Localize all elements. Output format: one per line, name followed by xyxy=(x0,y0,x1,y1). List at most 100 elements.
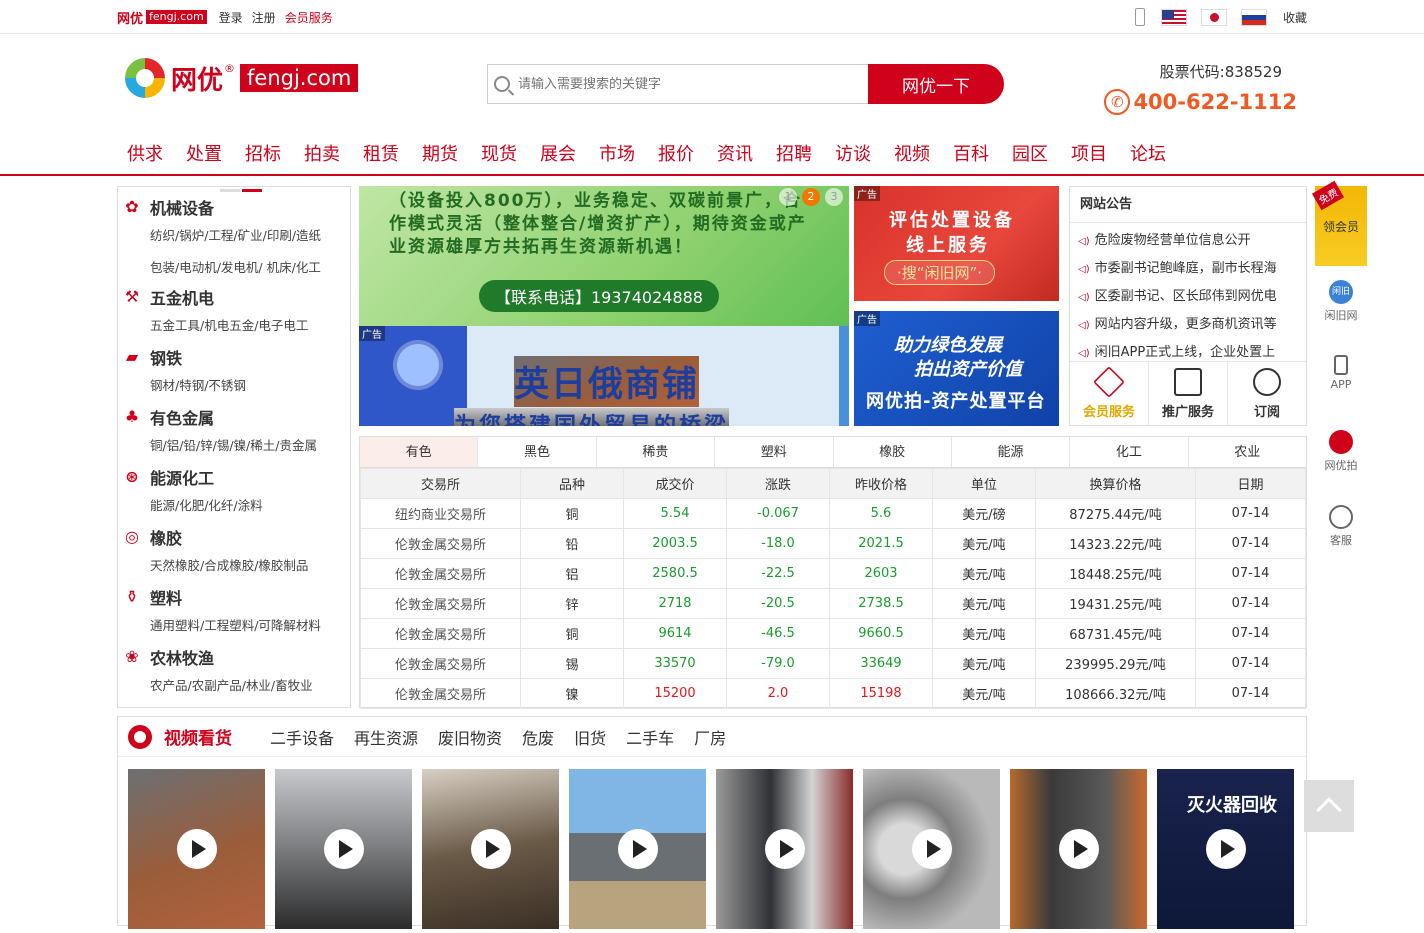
video-tab[interactable]: 再生资源 xyxy=(354,725,418,749)
subscribe-button[interactable]: 订阅 xyxy=(1228,362,1306,425)
search-button[interactable]: 网优一下 xyxy=(868,64,1004,104)
play-icon[interactable] xyxy=(764,829,805,869)
nav-item-jobs[interactable]: 招聘 xyxy=(776,136,812,174)
table-row[interactable]: 伦敦金属交易所锌 2718 -20.5 2738.5 美元/吨 19431.25元/吨 07… xyxy=(360,588,1306,619)
video-tab[interactable]: 危废 xyxy=(522,725,554,749)
video-tab[interactable]: 旧货 xyxy=(574,725,606,749)
category-title[interactable]: 橡胶 xyxy=(150,525,182,549)
video-thumbnail[interactable] xyxy=(569,769,706,929)
category-title[interactable]: 农林牧渔 xyxy=(150,645,214,669)
get-membership-button[interactable]: 免费 领会员 xyxy=(1311,180,1367,266)
play-icon[interactable] xyxy=(1205,829,1246,869)
favorite-link[interactable]: 收藏 xyxy=(1283,9,1307,26)
japan-flag-icon[interactable] xyxy=(1200,8,1227,26)
video-tab[interactable]: 废旧物资 xyxy=(438,725,502,749)
category-title[interactable]: 能源化工 xyxy=(150,465,214,489)
table-row[interactable]: 伦敦金属交易所铜 9614 -46.5 9660.5 美元/吨 68731.45元/吨 07… xyxy=(360,618,1306,649)
category-title[interactable]: 塑料 xyxy=(150,585,182,609)
tab-precious[interactable]: 稀贵 xyxy=(597,437,716,467)
nav-item-interview[interactable]: 访谈 xyxy=(835,136,871,174)
mobile-icon[interactable] xyxy=(1134,8,1145,26)
sidebar-item-xianjiu[interactable]: 闲旧 闲旧网 xyxy=(1315,266,1367,341)
category-item[interactable]: ♣ 有色金属 铜/铝/铅/锌/锡/镍/稀土/贵金属 xyxy=(118,403,350,463)
banner-dot[interactable]: 3 xyxy=(825,188,843,206)
category-subs[interactable]: 包装/电动机/发电机/ 机床/化工 xyxy=(122,253,350,283)
category-subs[interactable]: 天然橡胶/合成橡胶/橡胶制品 xyxy=(122,551,350,581)
member-service-button[interactable]: 会员服务 xyxy=(1070,362,1149,425)
category-title[interactable]: 机械设备 xyxy=(150,195,214,219)
category-item[interactable]: ⚱ 塑料 通用塑料/工程塑料/可降解材料 xyxy=(118,583,350,643)
play-icon[interactable] xyxy=(323,829,364,869)
video-thumbnail[interactable] xyxy=(422,769,559,929)
sidebar-item-app[interactable]: APP xyxy=(1315,341,1367,416)
nav-item-market[interactable]: 市场 xyxy=(599,136,635,174)
tab-plastic[interactable]: 塑料 xyxy=(715,437,834,467)
nav-item-quote[interactable]: 报价 xyxy=(658,136,694,174)
nav-item-futures[interactable]: 期货 xyxy=(422,136,458,174)
back-to-top-button[interactable] xyxy=(1304,780,1354,832)
table-row[interactable]: 伦敦金属交易所镍 15200 2.0 15198 美元/吨 108666.32元/吨 07-… xyxy=(360,678,1306,709)
play-icon[interactable] xyxy=(1058,829,1099,869)
banner-dot[interactable]: 1 xyxy=(779,188,797,206)
category-subs[interactable]: 钢材/特钢/不锈钢 xyxy=(122,371,350,401)
notice-item[interactable]: 区委副书记、区长邱伟到网优电 xyxy=(1078,283,1298,311)
nav-item-video[interactable]: 视频 xyxy=(894,136,930,174)
pager-dot[interactable] xyxy=(220,189,240,192)
video-tab[interactable]: 二手车 xyxy=(626,725,674,749)
video-title[interactable]: 视频看货 xyxy=(164,724,232,749)
sidebar-item-wangyoupai[interactable]: 网优拍 xyxy=(1315,416,1367,491)
table-row[interactable]: 伦敦金属交易所铝 2580.5 -22.5 2603 美元/吨 18448.25元/吨 07… xyxy=(360,558,1306,589)
category-subs[interactable]: 纺织/锅炉/工程/矿业/印刷/造纸 xyxy=(122,221,350,251)
nav-item-park[interactable]: 园区 xyxy=(1012,136,1048,174)
notice-item[interactable]: 市委副书记鲍峰庭，副市长程海 xyxy=(1078,255,1298,283)
nav-item-disposal[interactable]: 处置 xyxy=(186,136,222,174)
login-link[interactable]: 登录 xyxy=(219,9,243,26)
table-row[interactable]: 纽约商业交易所铜 5.54 -0.067 5.6 美元/磅 87275.44元/吨 07-1… xyxy=(360,498,1306,529)
nav-item-tender[interactable]: 招标 xyxy=(245,136,281,174)
video-thumbnail[interactable] xyxy=(716,769,853,929)
site-logo[interactable]: 网优 ® fengj.com xyxy=(125,58,359,98)
russia-flag-icon[interactable] xyxy=(1240,8,1267,26)
category-item[interactable]: ◎ 橡胶 天然橡胶/合成橡胶/橡胶制品 xyxy=(118,523,350,583)
notice-item[interactable]: 危险废物经营单位信息公开 xyxy=(1078,227,1298,255)
tab-agriculture[interactable]: 农业 xyxy=(1189,437,1306,467)
category-item[interactable]: ✿ 机械设备 纺织/锅炉/工程/矿业/印刷/造纸 xyxy=(118,193,350,253)
nav-item-exhibition[interactable]: 展会 xyxy=(540,136,576,174)
banner-dot-active[interactable]: 2 xyxy=(802,188,820,206)
category-subs[interactable]: 铜/铝/铅/锌/锡/镍/稀土/贵金属 xyxy=(122,431,350,461)
tab-nonferrous[interactable]: 有色 xyxy=(360,437,479,467)
tab-rubber[interactable]: 橡胶 xyxy=(834,437,952,467)
mini-logo[interactable]: 网优 fengj.com xyxy=(117,8,207,27)
nav-item-supply[interactable]: 供求 xyxy=(127,136,163,174)
category-item[interactable]: ⚒ 五金机电 五金工具/机电五金/电子电工 xyxy=(118,283,350,343)
wangyoupai-ad[interactable]: 广告 助力绿色发展 拍出资产价值 网优拍-资产处置平台 xyxy=(854,311,1059,426)
notice-item[interactable]: 网站内容升级，更多商机资讯等 xyxy=(1078,311,1298,339)
tab-ferrous[interactable]: 黑色 xyxy=(478,437,597,467)
video-thumbnail[interactable] xyxy=(275,769,412,929)
play-icon[interactable] xyxy=(911,829,952,869)
evaluate-disposal-ad[interactable]: 广告 评估处置设备 线上服务 ·搜“闲旧网”· xyxy=(854,186,1059,301)
nav-item-wiki[interactable]: 百科 xyxy=(953,136,989,174)
category-subs[interactable]: 通用塑料/工程塑料/可降解材料 xyxy=(122,611,350,641)
search-input[interactable] xyxy=(518,76,848,92)
category-title[interactable]: 五金机电 xyxy=(150,285,214,309)
video-thumbnail[interactable] xyxy=(863,769,1000,929)
play-icon[interactable] xyxy=(176,829,217,869)
nav-item-auction[interactable]: 拍卖 xyxy=(304,136,340,174)
video-tab[interactable]: 二手设备 xyxy=(270,725,334,749)
category-subs[interactable]: 农产品/农副产品/林业/畜牧业 xyxy=(122,671,350,701)
nav-item-project[interactable]: 项目 xyxy=(1071,136,1107,174)
category-item[interactable]: ⊛ 能源化工 能源/化肥/化纤/涂料 xyxy=(118,463,350,523)
category-title[interactable]: 有色金属 xyxy=(150,405,214,429)
category-subs[interactable]: 能源/化肥/化纤/涂料 xyxy=(122,491,350,521)
nav-item-lease[interactable]: 租赁 xyxy=(363,136,399,174)
table-row[interactable]: 伦敦金属交易所锡 33570 -79.0 33649 美元/吨 239995.29元/吨 0… xyxy=(360,648,1306,679)
nav-item-news[interactable]: 资讯 xyxy=(717,136,753,174)
category-item[interactable]: ▰ 钢铁 钢材/特钢/不锈钢 xyxy=(118,343,350,403)
pager-dot-active[interactable] xyxy=(242,189,262,192)
nav-item-spot[interactable]: 现货 xyxy=(481,136,517,174)
category-title[interactable]: 钢铁 xyxy=(150,345,182,369)
category-item[interactable]: ❀ 农林牧渔 农产品/农副产品/林业/畜牧业 xyxy=(118,643,350,703)
table-row[interactable]: 伦敦金属交易所铅 2003.5 -18.0 2021.5 美元/吨 14323.22元/吨… xyxy=(360,528,1306,559)
member-service-link[interactable]: 会员服务 xyxy=(285,9,333,26)
